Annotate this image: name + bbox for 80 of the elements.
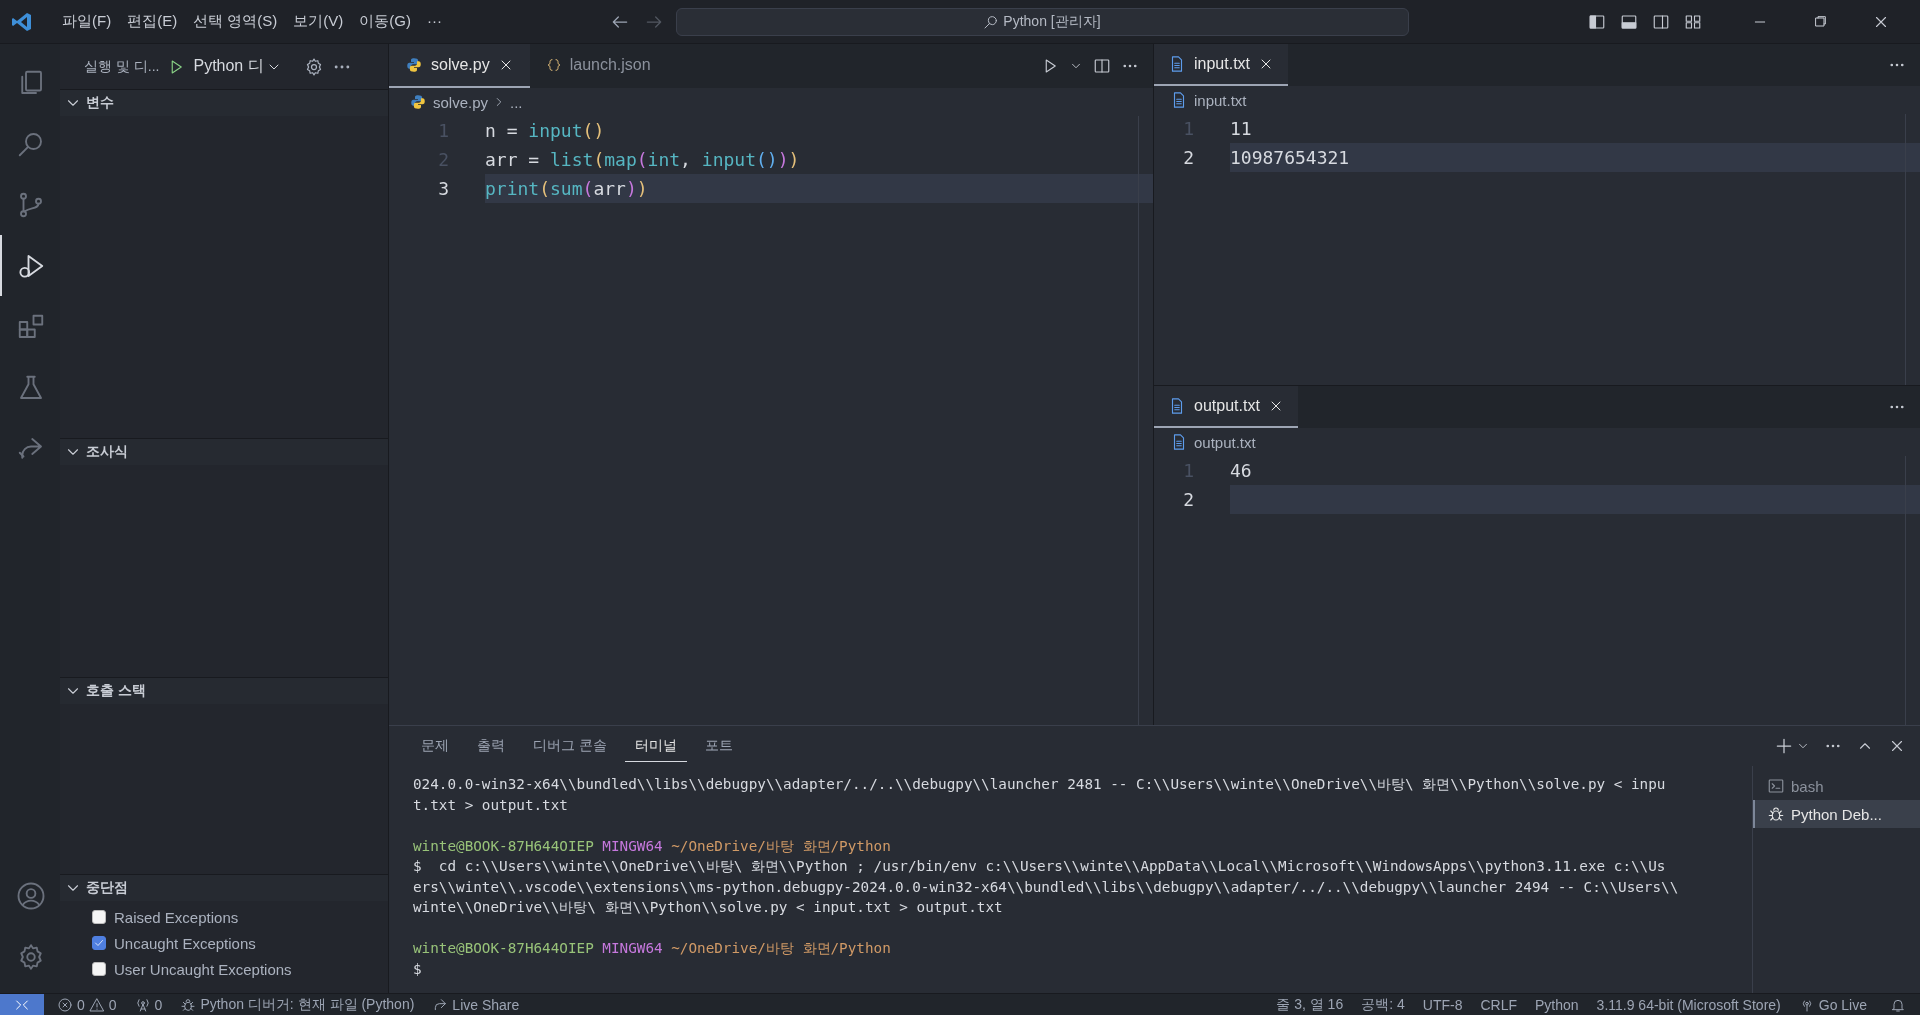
code-line: arr = list(map(int, input())) bbox=[485, 148, 801, 172]
account-icon[interactable] bbox=[16, 880, 46, 911]
layout-icon[interactable] bbox=[1684, 12, 1702, 31]
section-header[interactable]: 변수 bbox=[60, 90, 388, 116]
breadcrumb-item[interactable]: input.txt bbox=[1170, 91, 1247, 109]
checkbox[interactable] bbox=[92, 910, 106, 924]
live-share-button[interactable]: Live Share bbox=[423, 994, 529, 1015]
terminal-line: ers\\winte\\.vscode\\extensions\\ms-python.debugpy-2024.0.0-win32-x64\\bundled\\libs\\debugpy\\adapter/../..\\debugpy\\launcher 2494 -- C:\\Users\\ bbox=[413, 877, 1680, 897]
launch-config-dropdown[interactable]: Python 디 bbox=[193, 56, 282, 77]
antenna-icon bbox=[134, 996, 151, 1013]
checkbox[interactable] bbox=[92, 936, 106, 950]
python-file-icon bbox=[409, 93, 427, 111]
line-number: 3 bbox=[437, 178, 450, 199]
ports-button[interactable]: 0 bbox=[125, 994, 172, 1015]
terminal-line: winte@BOOK-87H644OIEP MINGW64 ~/OneDrive/바탕 화면/Python bbox=[413, 939, 892, 958]
split-editor-icon[interactable] bbox=[1093, 57, 1111, 75]
line-number: 2 bbox=[1182, 489, 1195, 510]
error-icon bbox=[57, 996, 73, 1013]
sidebar-title: 실행 및 디... bbox=[84, 57, 160, 76]
problems-button[interactable]: 0 0 bbox=[48, 994, 126, 1015]
panel-toggle-icon[interactable] bbox=[1620, 12, 1638, 31]
editor-tab[interactable]: launch.json bbox=[529, 44, 687, 88]
secondary-sidebar-toggle-icon[interactable] bbox=[1652, 12, 1670, 31]
search-icon bbox=[983, 13, 1000, 30]
status-item[interactable]: 공백: 4 bbox=[1352, 994, 1414, 1015]
status-item[interactable]: CRLF bbox=[1471, 994, 1526, 1015]
restore-icon[interactable] bbox=[1812, 13, 1828, 30]
terminal-line: $ bbox=[413, 959, 423, 979]
panel-tab[interactable]: 디버그 콘솔 bbox=[523, 730, 617, 762]
panel-tab[interactable]: 문제 bbox=[411, 730, 459, 762]
line-number: 2 bbox=[1182, 147, 1195, 168]
warning-icon bbox=[88, 996, 105, 1013]
check-icon bbox=[93, 937, 105, 949]
debug-config-button[interactable]: Python 디버거: 현재 파일 (Python) bbox=[171, 994, 424, 1015]
more-menu-button[interactable]: ··· bbox=[419, 8, 450, 35]
checkbox-row[interactable]: Raised Exceptions bbox=[60, 904, 388, 930]
checkbox-row[interactable]: User Uncaught Exceptions bbox=[60, 956, 388, 982]
editor-tab[interactable]: solve.py bbox=[389, 44, 530, 88]
terminal-list-item[interactable]: Python Deb... bbox=[1753, 800, 1920, 828]
bug-icon bbox=[1767, 805, 1785, 823]
terminal-line: 024.0.0-win32-x64\\bundled\\libs\\debugpy\\adapter/../..\\debugpy\\launcher 2481 -- C:\\Users\\winte\\OneDrive\\바탕\ 화면\\Python\\solve.py < inpu bbox=[413, 775, 1667, 794]
terminal-line: winte\\OneDrive\\바탕\ 화면\\Python\\solve.py < input.txt > output.txt bbox=[413, 898, 1004, 917]
panel-tab[interactable]: 포트 bbox=[694, 730, 743, 762]
section-header[interactable]: 호출 스택 bbox=[60, 678, 388, 704]
menu-item[interactable]: 선택 영역(S) bbox=[185, 8, 286, 35]
command-center-field[interactable]: Python [관리자] bbox=[675, 7, 1409, 36]
text-line: 11 bbox=[1230, 117, 1253, 141]
bug-icon bbox=[180, 996, 197, 1013]
terminal-icon bbox=[1767, 777, 1785, 795]
share-arrow-icon bbox=[432, 996, 449, 1013]
menu-item[interactable]: 편집(E) bbox=[119, 8, 186, 35]
panel-tab[interactable]: 터미널 bbox=[624, 730, 687, 762]
go-live-button[interactable]: Go Live bbox=[1789, 994, 1876, 1015]
terminal-line: $ cd c:\\Users\\winte\\OneDrive\\바탕\ 화면\\Python ; /usr/bin/env c:\\Users\\winte\\AppData\\Local\\Microsoft\\WindowsApps\\python3.11.exe c:\\Us bbox=[413, 857, 1667, 876]
code-line: n = input() bbox=[485, 119, 606, 143]
primary-sidebar-toggle-icon[interactable] bbox=[1588, 12, 1606, 31]
editor-tab[interactable]: output.txt bbox=[1154, 386, 1298, 428]
menu-item[interactable]: 이동(G) bbox=[351, 8, 419, 35]
breadcrumb-item[interactable]: solve.py bbox=[409, 93, 489, 111]
breadcrumb-item[interactable]: output.txt bbox=[1170, 433, 1256, 451]
breadcrumb-item[interactable]: ... bbox=[510, 93, 523, 111]
python-file-icon bbox=[405, 56, 423, 74]
menu-item[interactable]: 보기(V) bbox=[285, 8, 352, 35]
checkbox-row[interactable]: Uncaught Exceptions bbox=[60, 930, 388, 956]
section-header[interactable]: 조사식 bbox=[60, 439, 388, 465]
status-item[interactable]: UTF-8 bbox=[1413, 994, 1472, 1015]
editor-tab[interactable]: input.txt bbox=[1154, 44, 1289, 86]
terminal-line: winte@BOOK-87H644OIEP MINGW64 ~/OneDrive/바탕 화면/Python bbox=[413, 836, 892, 856]
panel-tab[interactable]: 출력 bbox=[467, 730, 515, 762]
status-item[interactable]: 3.11.9 64-bit (Microsoft Store) bbox=[1587, 994, 1790, 1015]
terminal-line: t.txt > output.txt bbox=[413, 795, 569, 815]
checkbox[interactable] bbox=[92, 962, 106, 976]
section-header[interactable]: 중단점 bbox=[60, 875, 388, 901]
terminal-list-item[interactable]: bash bbox=[1753, 772, 1920, 800]
text-line: 46 bbox=[1230, 459, 1253, 483]
braces-icon bbox=[545, 57, 562, 73]
plus-icon[interactable] bbox=[1774, 736, 1794, 756]
status-item[interactable]: Python bbox=[1526, 994, 1588, 1015]
menu-item[interactable]: 파일(F) bbox=[54, 8, 120, 35]
status-item[interactable]: 줄 3, 열 16 bbox=[1267, 994, 1353, 1015]
